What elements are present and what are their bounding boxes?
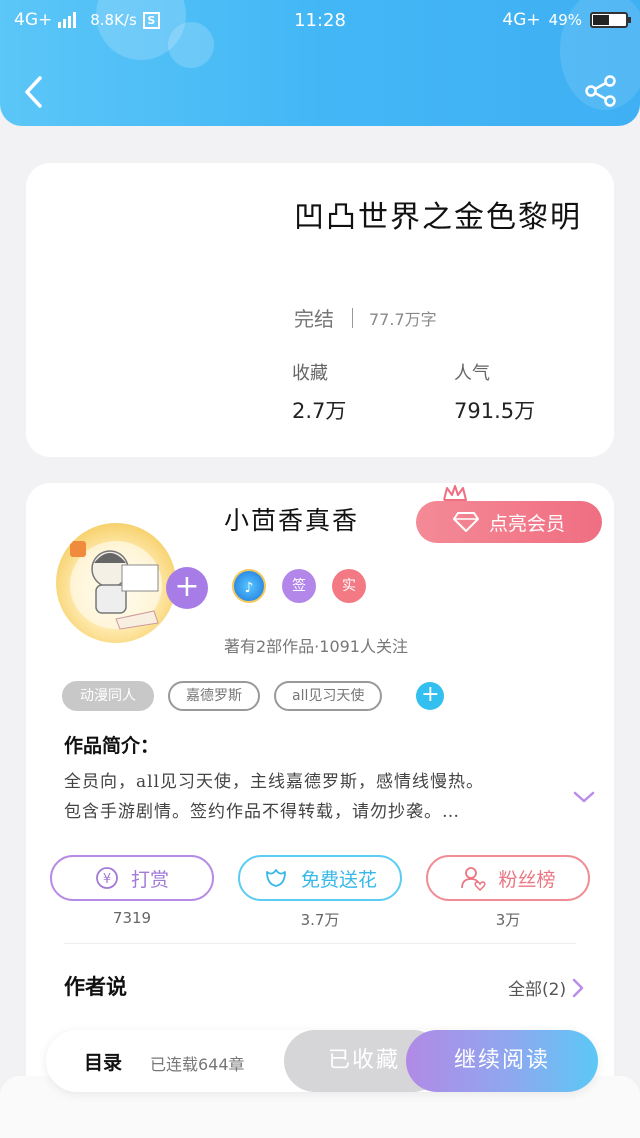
view-all-link[interactable]: 全部(2) [508, 975, 584, 1000]
fans-label: 粉丝榜 [498, 868, 556, 891]
flower-label: 免费送花 [300, 868, 377, 891]
share-icon[interactable] [584, 74, 618, 108]
flower-icon [266, 869, 286, 887]
author-says-title: 作者说 [64, 974, 127, 999]
follow-add-button[interactable]: + [166, 567, 208, 609]
author-info: 著有2部作品·1091人关注 [224, 637, 408, 656]
chevron-right-icon [572, 978, 584, 997]
tag-item[interactable]: 动漫同人 [62, 681, 154, 711]
battery-fill [593, 15, 609, 25]
tip-count: 7319 [112, 909, 152, 927]
tip-button[interactable]: ¥ 打赏 [50, 855, 214, 901]
tip-label: 打赏 [130, 868, 169, 891]
crown-icon [443, 485, 467, 501]
fans-ranking-button[interactable]: 粉丝榜 [426, 855, 590, 901]
meta-divider [352, 307, 353, 328]
book-title: 凹凸世界之金色黎明 [294, 200, 582, 235]
avatar[interactable] [56, 523, 176, 643]
book-status: 完结 [294, 307, 334, 331]
fan-user-icon [461, 867, 487, 891]
fans-count: 3万 [495, 911, 521, 929]
author-badges: ♪ 签 实 [232, 569, 366, 603]
author-avatar-area: + [50, 523, 208, 648]
favorites-value: 2.7万 [292, 399, 347, 423]
action-row: ¥ 打赏 7319 免费送花 3.7万 粉丝榜 3万 [50, 855, 590, 935]
flower-count: 3.7万 [300, 911, 340, 929]
verified-badge[interactable]: 实 [332, 569, 366, 603]
favorites-label: 收藏 [292, 363, 328, 384]
intro-label: 作品简介： [64, 735, 160, 757]
word-count: 77.7万字 [369, 309, 437, 329]
view-all-label: 全部(2) [508, 980, 567, 1000]
battery-icon [590, 12, 631, 28]
book-meta: 完结 77.7万字 [294, 303, 437, 332]
bottom-action-bar: 目录 已连载644章 已收藏 继续阅读 [46, 1030, 598, 1092]
intro-text[interactable]: 全员向，all见习天使，主线嘉德罗斯，感情线慢热。 包含手游剧情。签约作品不得转… [64, 767, 554, 827]
avatar-illustration-icon [70, 541, 162, 630]
svg-text:¥: ¥ [103, 872, 111, 887]
yuan-icon: ¥ [96, 867, 118, 889]
music-badge-icon[interactable]: ♪ [232, 569, 266, 603]
intro-line: 全员向，all见习天使，主线嘉德罗斯，感情线慢热。 [64, 772, 485, 792]
add-tag-button[interactable]: + [416, 682, 445, 710]
popularity-label: 人气 [454, 363, 490, 384]
send-flower-button[interactable]: 免费送花 [238, 855, 402, 901]
section-divider [64, 943, 576, 944]
favorites-stat: 收藏 2.7万 [292, 359, 346, 425]
continue-reading-button[interactable]: 继续阅读 [406, 1030, 598, 1092]
top-header: 4G+ 8.8K/s S 11:28 4G+ 49% [0, 0, 640, 126]
popularity-value: 791.5万 [454, 399, 536, 423]
author-name: 小茴香真香 [224, 506, 360, 535]
status-bar: 4G+ 8.8K/s S 11:28 4G+ 49% [0, 8, 640, 36]
popularity-stat: 人气 791.5万 [454, 359, 535, 425]
tag-list: 动漫同人 嘉德罗斯 all见习天使 + [62, 681, 445, 711]
vip-label: 点亮会员 [488, 512, 565, 535]
chevron-down-icon[interactable] [572, 789, 596, 805]
battery-percent: 49% [548, 11, 582, 29]
signed-badge[interactable]: 签 [282, 569, 316, 603]
book-info-card: 凹凸世界之金色黎明 完结 77.7万字 收藏 2.7万 人气 791.5万 [26, 163, 614, 457]
chapters-updated: 已连载644章 [150, 1055, 245, 1074]
diamond-icon [452, 512, 479, 532]
tag-item[interactable]: all见习天使 [274, 681, 383, 711]
vip-membership-button[interactable]: 点亮会员 [416, 501, 602, 543]
back-arrow-icon[interactable] [18, 72, 52, 112]
network-type-right: 4G+ [502, 10, 541, 30]
intro-line: 包含手游剧情。签约作品不得转载，请勿抄袭。… [64, 802, 460, 822]
tag-item[interactable]: 嘉德罗斯 [168, 681, 260, 711]
table-of-contents-button[interactable]: 目录 [84, 1048, 122, 1075]
